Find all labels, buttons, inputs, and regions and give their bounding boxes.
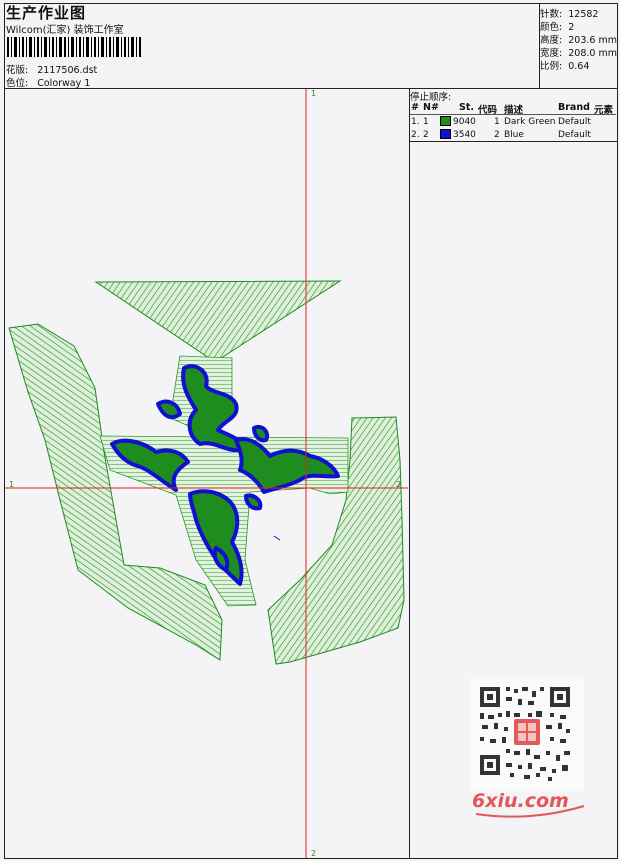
design-top-triangle	[94, 280, 342, 363]
marker-right: 2	[396, 480, 402, 489]
marker-top: 1	[311, 89, 317, 98]
qr-code	[470, 679, 584, 791]
design-stitch-mark	[273, 535, 281, 541]
marker-bottom: 2	[311, 849, 317, 858]
watermark-text: 6xiu.com	[472, 790, 569, 812]
marker-left: 1	[9, 480, 15, 489]
